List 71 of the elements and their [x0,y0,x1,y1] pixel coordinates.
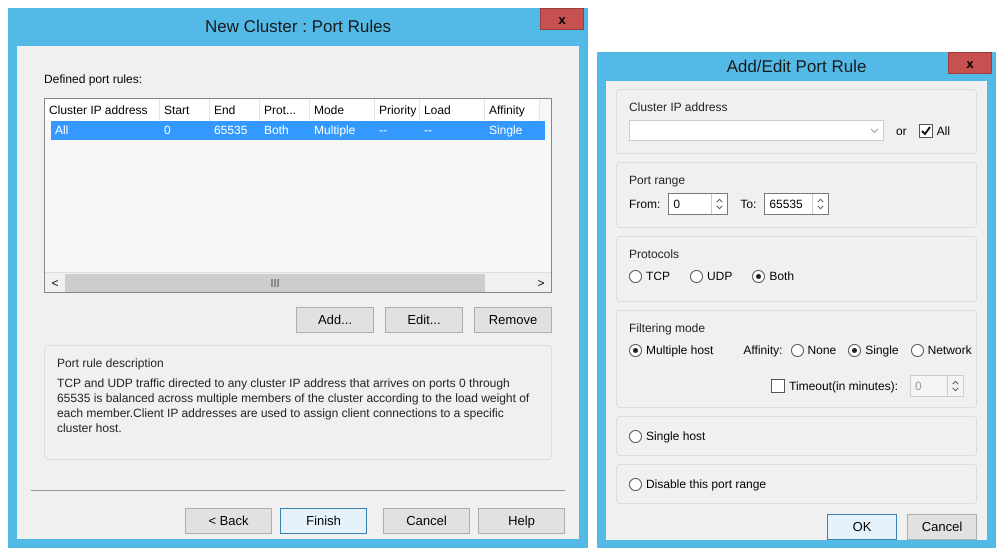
scroll-right-button[interactable]: > [531,274,551,292]
number-field[interactable]: 65535 [764,193,830,215]
radio-label: None [808,342,836,359]
chevron-down-icon [870,128,879,134]
table-cell-text: 0 [163,122,172,139]
table-cell-text: Both [263,122,290,139]
radio-label: Multiple host [646,342,714,359]
group-label: Filtering mode [629,320,706,337]
column-header[interactable]: Load [420,99,485,121]
radio-label: Single host [646,428,706,445]
close-button[interactable]: x [540,8,584,30]
radio-button[interactable] [848,344,862,356]
group-label: Port rule description [57,355,165,372]
or-label: or [896,122,907,140]
affinity-label: Affinity: [743,342,783,359]
radio-label: Disable this port range [646,476,766,493]
window-title: Add/Edit Port Rule [726,56,866,78]
from-label: From: [629,196,660,213]
dialog-button[interactable]: Help [478,508,565,534]
table-cell-text: -- [423,122,433,139]
grip-icon [270,278,280,286]
radio-label: Single [865,342,899,359]
column-header[interactable]: Cluster IP address [45,99,160,121]
group-label: Port range [629,172,686,189]
table-cell-text: Single [488,122,524,139]
table-cell-text: Multiple [313,122,356,139]
scroll-thumb[interactable] [65,274,485,292]
group-label: Protocols [629,246,680,263]
dialog-button[interactable]: Edit... [385,307,463,333]
column-header[interactable]: End [210,99,260,121]
radio-label: Network [928,342,972,359]
checkbox-label: All [936,122,950,140]
radio-button[interactable] [910,344,924,356]
scroll-left-button[interactable]: < [45,274,65,292]
table-cell-text: -- [378,122,388,139]
dialog-button[interactable]: Add... [296,307,374,333]
column-header[interactable]: Start [160,99,210,121]
close-button[interactable]: x [948,52,992,74]
column-header[interactable]: Priority [375,99,420,121]
horizontal-scrollbar[interactable]: < > [45,272,551,292]
number-field[interactable]: 0 [668,193,728,215]
rules-list[interactable]: Cluster IP address Start End Prot... Mode Priority Load Affinity All 0 65535 Both Multiple -- -- Single < > [44,98,552,293]
check-icon [920,126,931,136]
dialog-button[interactable]: Cancel [907,514,977,540]
radio-label: TCP [646,268,670,285]
radio-button[interactable] [629,344,642,356]
column-header[interactable]: Affinity [485,99,540,121]
dialog-button[interactable]: Cancel [383,508,470,534]
group-label: Cluster IP address [629,99,728,116]
checkbox-label: Timeout(in minutes): [789,378,898,395]
dialog-button[interactable]: Finish [280,508,367,534]
radio-button[interactable] [790,344,804,356]
radio-button[interactable] [629,478,642,490]
to-label: To: [740,196,756,213]
radio-label: Both [769,268,794,285]
table-cell-text: All [54,122,70,139]
radio-button[interactable] [629,430,642,442]
radio-button[interactable] [629,270,642,282]
dialog-button[interactable]: Remove [474,307,552,333]
column-header[interactable]: Prot... [260,99,310,121]
description-text: TCP and UDP traffic directed to any cluster IP address that arrives on ports 0 through 65535 is balanced across multiple members of the cluster according to the load weight of each member.Client IP addresses are used to assign client connections to a specific cluster host. [57,376,530,436]
window-title: New Cluster : Port Rules [204,16,392,38]
radio-label: UDP [707,268,732,285]
list-label: Defined port rules: [44,71,144,88]
radio-button[interactable] [690,270,703,282]
table-cell-text: 65535 [213,122,248,139]
radio-button[interactable] [752,270,766,282]
dialog-button[interactable]: < Back [185,508,272,534]
checkbox[interactable] [918,124,933,138]
column-header[interactable]: Mode [310,99,375,121]
dialog-button[interactable]: OK [827,514,897,540]
